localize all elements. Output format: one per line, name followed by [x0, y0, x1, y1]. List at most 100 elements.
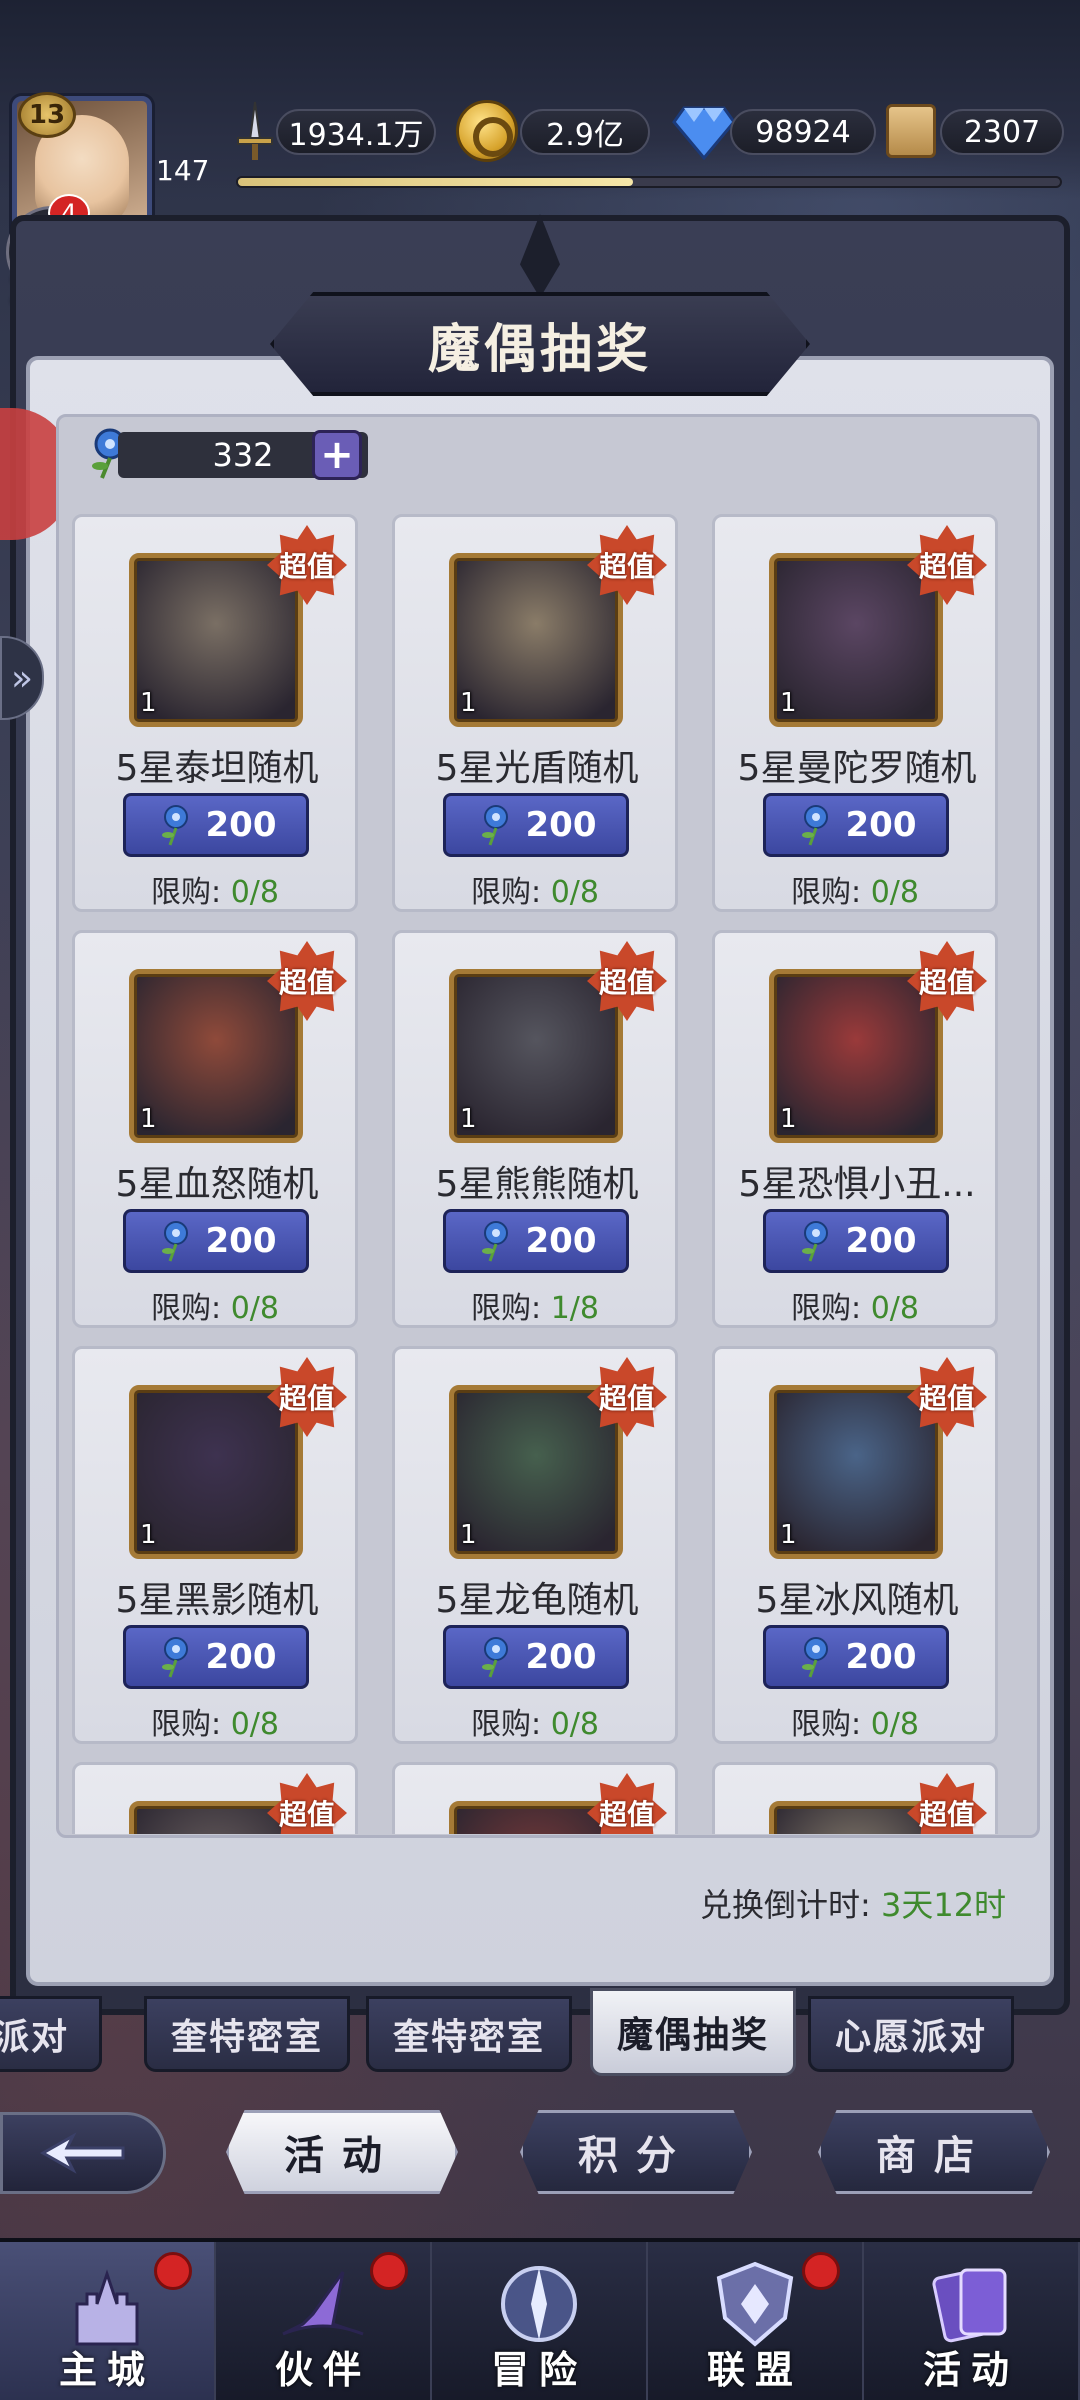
scroll-display: 2307 — [940, 104, 1064, 160]
limit-label: 限购: — [471, 875, 551, 910]
item-quantity: 1 — [140, 1520, 157, 1550]
item-price: 200 — [845, 1221, 917, 1261]
buy-button[interactable]: 200 — [763, 1209, 949, 1273]
points-button[interactable]: 积分 — [520, 2110, 752, 2194]
value-badge-label: 超值 — [278, 1798, 335, 1831]
blue-flower-icon — [481, 1221, 508, 1262]
item-card[interactable]: 1 超值 5星黑影随机 200 限购: 0/8 — [72, 1346, 358, 1744]
limit-label: 限购: — [791, 1707, 871, 1742]
buy-button[interactable]: 200 — [123, 1625, 309, 1689]
item-price: 200 — [525, 1637, 597, 1677]
item-quantity: 1 — [780, 1520, 797, 1550]
blue-flower-icon — [161, 1637, 188, 1678]
buy-button[interactable]: 200 — [123, 1209, 309, 1273]
limit-value: 0/8 — [230, 1291, 279, 1326]
buy-button[interactable]: 200 — [443, 1625, 629, 1689]
nav-item-4[interactable]: 活动 — [864, 2242, 1080, 2400]
item-price: 200 — [205, 1221, 277, 1261]
activity-button[interactable]: 活动 — [226, 2110, 458, 2194]
value-badge-label: 超值 — [918, 1798, 975, 1831]
item-name: 5星血怒随机 — [115, 1164, 319, 1205]
buy-button[interactable]: 200 — [443, 793, 629, 857]
item-price: 200 — [525, 805, 597, 845]
item-card[interactable]: 超值 — [712, 1762, 998, 1834]
item-card[interactable]: 1 超值 5星曼陀罗随机 200 限购: 0/8 — [712, 514, 998, 912]
value-badge-label: 超值 — [918, 550, 975, 583]
nav-item-3[interactable]: 联盟 — [648, 2242, 864, 2400]
purchase-limit: 限购: 0/8 — [715, 1283, 995, 1327]
blue-flower-icon — [801, 1637, 828, 1678]
nav-label: 活动 — [922, 2348, 1019, 2392]
limit-value: 0/8 — [870, 1707, 919, 1742]
item-quantity: 1 — [140, 1104, 157, 1134]
back-button[interactable] — [0, 2112, 166, 2194]
item-card[interactable]: 超值 — [392, 1762, 678, 1834]
blue-flower-icon — [161, 1221, 188, 1262]
limit-value: 0/8 — [230, 875, 279, 910]
item-quantity: 1 — [780, 1104, 797, 1134]
limit-value: 0/8 — [870, 875, 919, 910]
tab-3[interactable]: 魔偶抽奖 — [590, 1988, 796, 2076]
value-badge-label: 超值 — [278, 1382, 335, 1415]
item-card[interactable]: 1 超值 5星泰坦随机 200 限购: 0/8 — [72, 514, 358, 912]
exchange-countdown: 兑换倒计时: 3天12时 — [700, 1880, 1006, 1926]
tab-2[interactable]: 奎特密室 — [366, 1996, 572, 2072]
buy-button[interactable]: 200 — [123, 793, 309, 857]
nav-item-2[interactable]: 冒险 — [432, 2242, 648, 2400]
buy-button[interactable]: 200 — [763, 793, 949, 857]
value-badge-label: 超值 — [278, 966, 335, 999]
limit-label: 限购: — [471, 1291, 551, 1326]
power-display: 1934.1万 — [276, 104, 436, 160]
item-name: 5星冰风随机 — [755, 1580, 959, 1621]
limit-value: 0/8 — [550, 875, 599, 910]
item-card[interactable]: 1 超值 5星恐惧小丑... 200 限购: 0/8 — [712, 930, 998, 1328]
nav-label: 主城 — [58, 2348, 155, 2392]
blue-flower-icon — [481, 1637, 508, 1678]
purchase-limit: 限购: 0/8 — [395, 1699, 675, 1743]
item-grid: 1 超值 5星泰坦随机 200 限购: 0/8 1 超值 5星光盾随机 200 限购: 0/8 1 超… — [72, 514, 1022, 1834]
item-name: 5星光盾随机 — [435, 748, 639, 789]
diamond-icon — [672, 106, 736, 160]
limit-value: 0/8 — [230, 1707, 279, 1742]
blue-flower-icon — [481, 805, 508, 846]
buy-button[interactable]: 200 — [443, 1209, 629, 1273]
limit-label: 限购: — [151, 1291, 231, 1326]
scroll-icon — [886, 104, 936, 158]
item-name: 5星黑影随机 — [115, 1580, 319, 1621]
tab-0[interactable]: 派对 — [0, 1996, 102, 2072]
item-name: 5星恐惧小丑... — [738, 1164, 976, 1205]
purchase-limit: 限购: 0/8 — [75, 1283, 355, 1327]
event-tabs: 派对 奎特密室 奎特密室 魔偶抽奖 心愿派对 — [0, 1988, 1080, 2078]
limit-label: 限购: — [151, 1707, 231, 1742]
purchase-limit: 限购: 0/8 — [75, 1699, 355, 1743]
tab-4[interactable]: 心愿派对 — [808, 1996, 1014, 2072]
limit-label: 限购: — [471, 1707, 551, 1742]
limit-label: 限购: — [151, 875, 231, 910]
item-price: 200 — [845, 1637, 917, 1677]
item-name: 5星熊熊随机 — [435, 1164, 639, 1205]
tab-1[interactable]: 奎特密室 — [144, 1996, 350, 2072]
limit-label: 限购: — [791, 875, 871, 910]
item-name: 5星泰坦随机 — [115, 748, 319, 789]
bottom-navigation: 主城 伙伴 冒险 联盟 活动 — [0, 2238, 1080, 2400]
item-card[interactable]: 超值 — [72, 1762, 358, 1834]
nav-item-0[interactable]: 主城 — [0, 2242, 216, 2400]
nav-label: 冒险 — [490, 2348, 587, 2392]
item-card[interactable]: 1 超值 5星龙龟随机 200 限购: 0/8 — [392, 1346, 678, 1744]
item-card[interactable]: 1 超值 5星冰风随机 200 限购: 0/8 — [712, 1346, 998, 1744]
item-card[interactable]: 1 超值 5星熊熊随机 200 限购: 1/8 — [392, 930, 678, 1328]
item-price: 200 — [205, 805, 277, 845]
gold-display: 2.9亿 — [520, 104, 650, 160]
purchase-limit: 限购: 0/8 — [715, 867, 995, 911]
purchase-limit: 限购: 0/8 — [715, 1699, 995, 1743]
add-currency-button[interactable]: + — [312, 430, 362, 480]
nav-item-1[interactable]: 伙伴 — [216, 2242, 432, 2400]
item-price: 200 — [525, 1221, 597, 1261]
nav-label: 伙伴 — [274, 2348, 371, 2392]
value-badge-label: 超值 — [918, 966, 975, 999]
item-card[interactable]: 1 超值 5星血怒随机 200 限购: 0/8 — [72, 930, 358, 1328]
buy-button[interactable]: 200 — [763, 1625, 949, 1689]
blue-flower-icon — [801, 1221, 828, 1262]
shop-button[interactable]: 商店 — [818, 2110, 1050, 2194]
item-card[interactable]: 1 超值 5星光盾随机 200 限购: 0/8 — [392, 514, 678, 912]
